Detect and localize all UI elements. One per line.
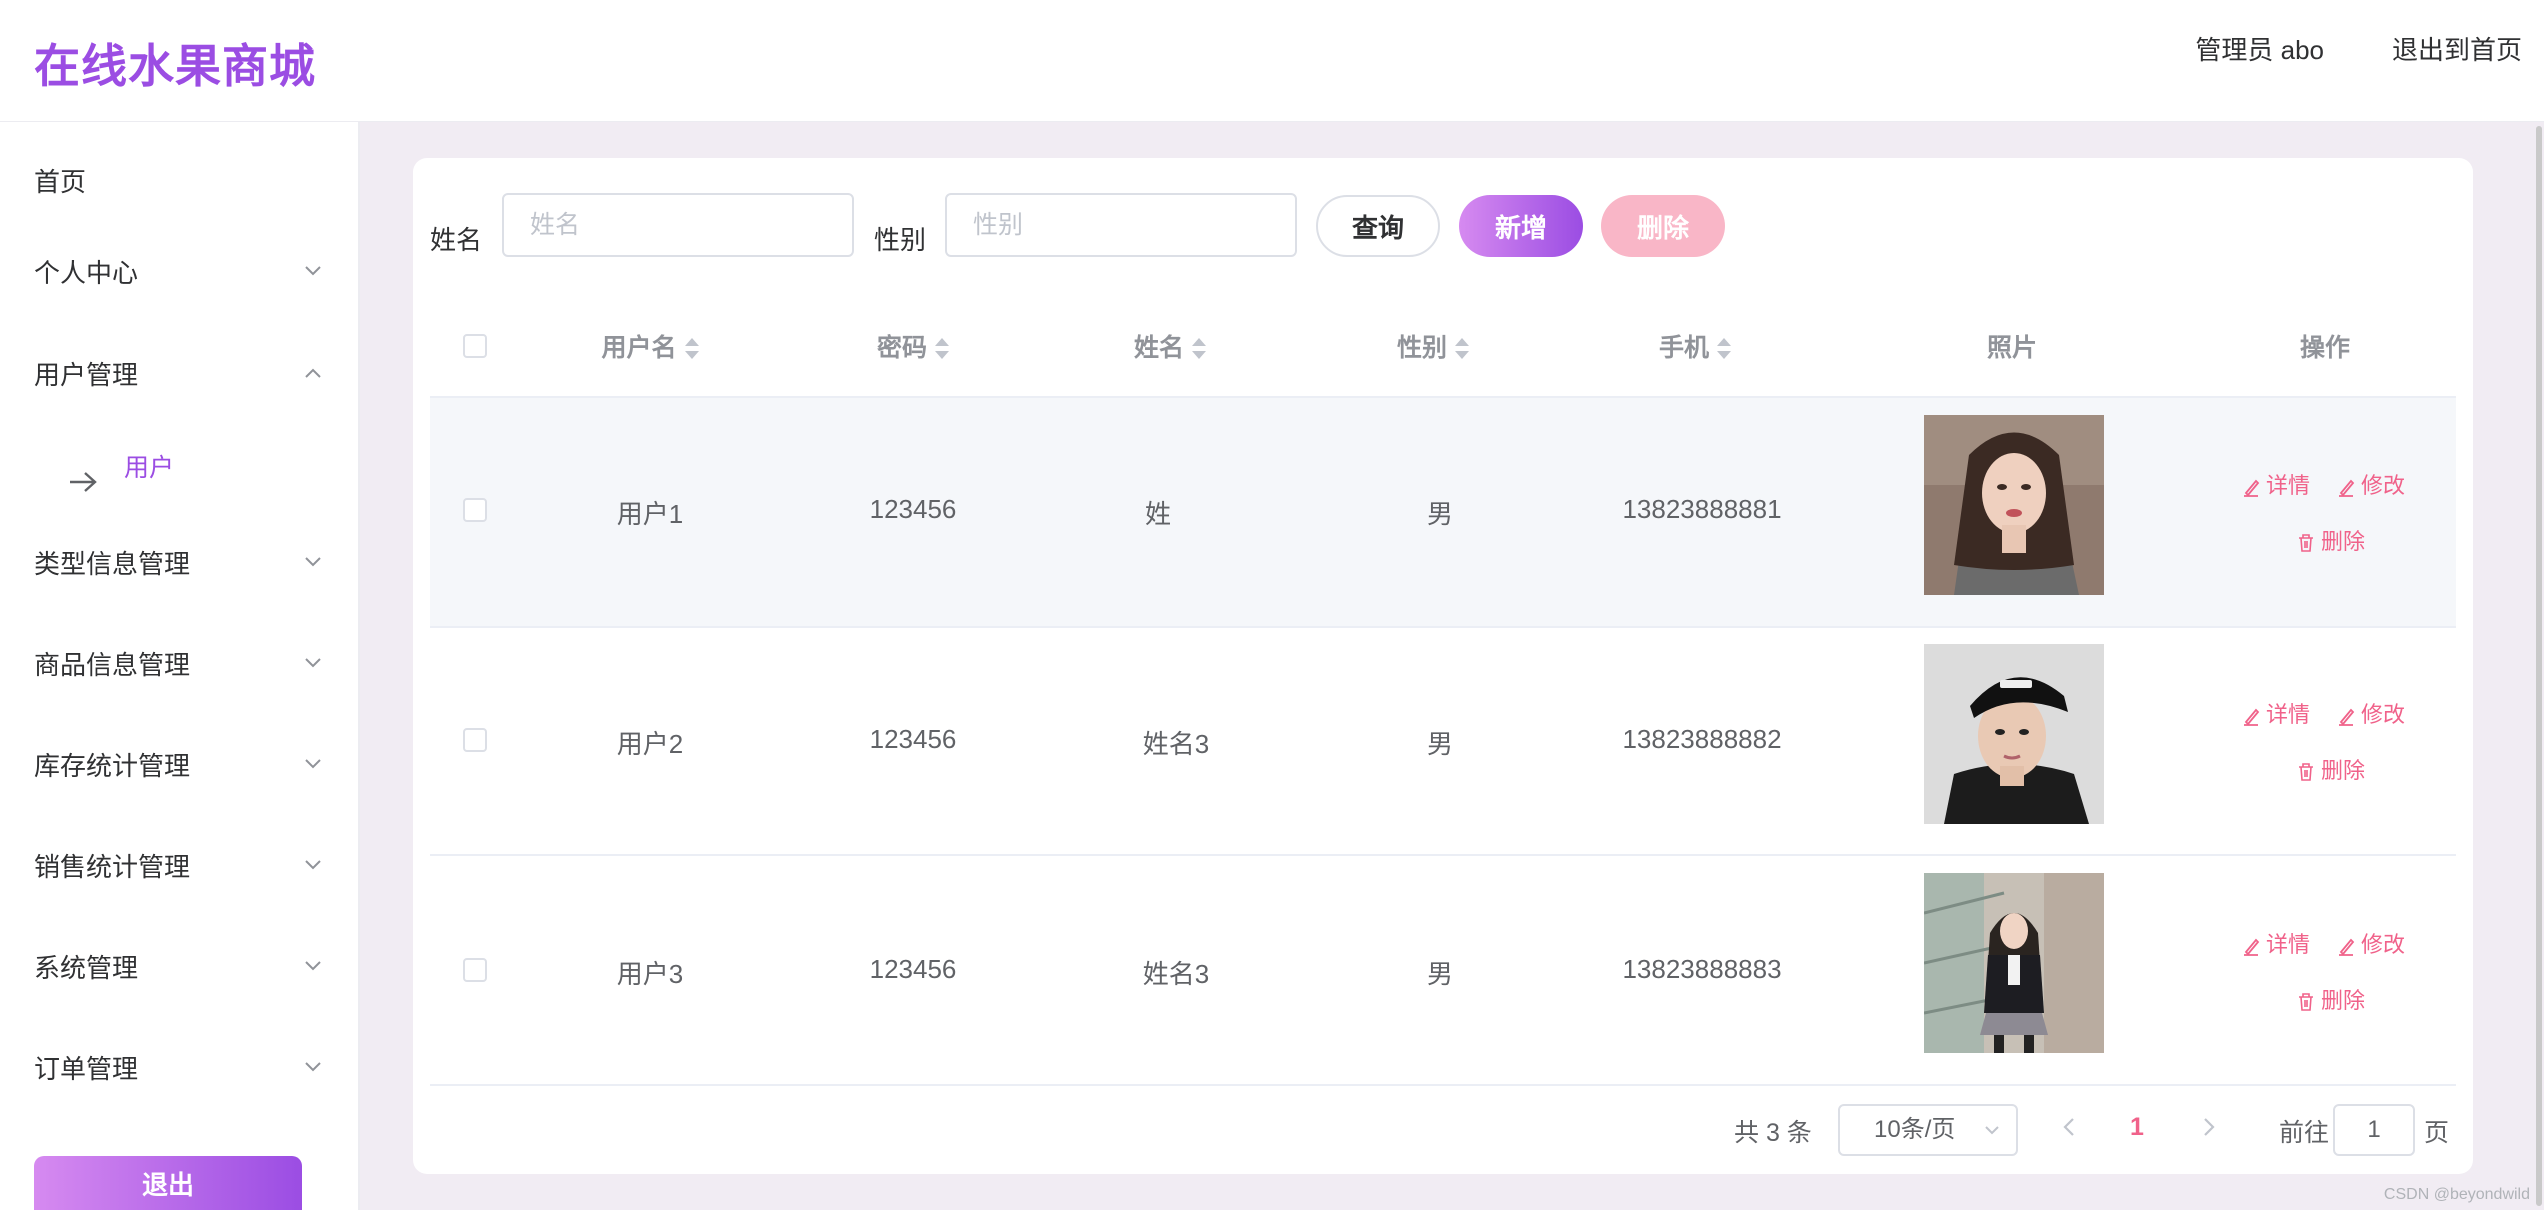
chevron-down-icon bbox=[302, 1039, 324, 1099]
cell-username: 用户1 bbox=[616, 499, 684, 529]
column-header-phone[interactable]: 手机 bbox=[1605, 328, 1785, 364]
chevron-up-icon bbox=[302, 345, 324, 405]
sort-icon[interactable] bbox=[684, 336, 699, 362]
chevron-down-icon bbox=[302, 635, 324, 695]
sort-icon[interactable] bbox=[1192, 336, 1206, 362]
delete-action[interactable]: 删除 bbox=[2297, 524, 2365, 556]
sidebar: 首页 个人中心 用户管理 用户 类型信息管理 商品信息管理 库存统计管理 销售统… bbox=[0, 122, 360, 1210]
sidebar-item-label: 用户管理 bbox=[34, 360, 139, 390]
column-header-actions: 操作 bbox=[2299, 334, 2350, 362]
sidebar-item-label: 系统管理 bbox=[34, 953, 139, 983]
cell-password: 123456 bbox=[869, 724, 957, 754]
sidebar-item-label: 商品信息管理 bbox=[34, 650, 191, 680]
sort-icon[interactable] bbox=[935, 336, 949, 362]
next-page-button[interactable] bbox=[2202, 1116, 2216, 1143]
sidebar-item-label: 销售统计管理 bbox=[34, 852, 191, 882]
page-size-select[interactable]: 10条/页 bbox=[1838, 1104, 2018, 1156]
cell-phone: 13823888882 bbox=[1622, 724, 1782, 754]
sidebar-item-type-info[interactable]: 类型信息管理 bbox=[34, 534, 324, 594]
sidebar-item-label: 首页 bbox=[34, 167, 87, 197]
sort-icon[interactable] bbox=[1455, 336, 1469, 362]
top-header: 在线水果商城 管理员 abo 退出到首页 bbox=[0, 0, 2544, 123]
cell-username: 用户3 bbox=[616, 959, 684, 989]
sidebar-item-stock-stats[interactable]: 库存统计管理 bbox=[34, 736, 324, 796]
logout-button[interactable]: 退出 bbox=[34, 1156, 302, 1210]
column-header-photo: 照片 bbox=[1986, 334, 2037, 362]
sidebar-subitem-label: 用户 bbox=[124, 454, 175, 482]
page-scrollbar[interactable] bbox=[2534, 122, 2544, 1210]
arrow-right-icon bbox=[68, 456, 98, 516]
sidebar-item-label: 订单管理 bbox=[34, 1054, 139, 1084]
column-header-password[interactable]: 密码 bbox=[823, 328, 1003, 364]
user-photo-man bbox=[1924, 644, 2104, 824]
edit-action[interactable]: 修改 bbox=[2337, 927, 2405, 959]
cell-gender: 男 bbox=[1426, 959, 1453, 989]
name-search-input[interactable] bbox=[502, 193, 854, 257]
column-header-gender[interactable]: 性别 bbox=[1343, 328, 1523, 364]
sidebar-item-home[interactable]: 首页 bbox=[34, 152, 324, 212]
chevron-down-icon bbox=[1985, 1126, 1999, 1135]
sidebar-item-label: 个人中心 bbox=[34, 258, 139, 288]
scrollbar-thumb[interactable] bbox=[2536, 126, 2542, 1206]
cell-gender: 男 bbox=[1426, 729, 1453, 759]
row-checkbox[interactable] bbox=[463, 958, 487, 982]
edit-action[interactable]: 修改 bbox=[2337, 468, 2405, 500]
row-checkbox[interactable] bbox=[463, 498, 487, 522]
sidebar-item-system[interactable]: 系统管理 bbox=[34, 938, 324, 998]
sort-icon[interactable] bbox=[1717, 336, 1731, 362]
user-photo-woman bbox=[1924, 415, 2104, 595]
detail-action[interactable]: 详情 bbox=[2242, 697, 2310, 729]
add-button[interactable]: 新增 bbox=[1459, 195, 1583, 257]
cell-phone: 13823888883 bbox=[1622, 954, 1782, 984]
page-number-current[interactable]: 1 bbox=[2130, 1113, 2144, 1142]
chevron-down-icon bbox=[302, 938, 324, 998]
goto-page-input[interactable] bbox=[2333, 1104, 2415, 1156]
sidebar-item-orders[interactable]: 订单管理 bbox=[34, 1039, 324, 1099]
cell-gender: 男 bbox=[1426, 499, 1453, 529]
detail-action[interactable]: 详情 bbox=[2242, 927, 2310, 959]
chevron-down-icon bbox=[302, 534, 324, 594]
sidebar-subitem-user[interactable]: 用户 bbox=[68, 438, 328, 498]
cell-username: 用户2 bbox=[616, 729, 684, 759]
detail-action[interactable]: 详情 bbox=[2242, 468, 2310, 500]
batch-delete-button[interactable]: 删除 bbox=[1601, 195, 1725, 257]
chevron-down-icon bbox=[302, 736, 324, 796]
user-photo-girl bbox=[1924, 873, 2104, 1053]
page-size-value: 10条/页 bbox=[1874, 1116, 1956, 1143]
cell-name: 姓名3 bbox=[1142, 959, 1210, 989]
sidebar-item-label: 类型信息管理 bbox=[34, 549, 191, 579]
sidebar-item-product-info[interactable]: 商品信息管理 bbox=[34, 635, 324, 695]
delete-action[interactable]: 删除 bbox=[2297, 983, 2365, 1015]
app-title: 在线水果商城 bbox=[34, 40, 316, 92]
sidebar-item-sales-stats[interactable]: 销售统计管理 bbox=[34, 837, 324, 897]
column-header-name[interactable]: 姓名 bbox=[1080, 328, 1260, 364]
admin-label: 管理员 abo bbox=[2195, 35, 2324, 65]
edit-action[interactable]: 修改 bbox=[2337, 697, 2405, 729]
watermark: CSDN @beyondwild bbox=[2383, 1186, 2530, 1203]
gender-search-input[interactable] bbox=[945, 193, 1297, 257]
chevron-down-icon bbox=[302, 837, 324, 897]
chevron-down-icon bbox=[302, 243, 324, 303]
name-search-label: 姓名 bbox=[430, 225, 483, 255]
goto-label: 前往 bbox=[2279, 1119, 2330, 1147]
sidebar-item-user-management[interactable]: 用户管理 bbox=[34, 345, 324, 405]
row-checkbox[interactable] bbox=[463, 728, 487, 752]
cell-name: 姓名3 bbox=[1142, 729, 1210, 759]
column-header-username[interactable]: 用户名 bbox=[560, 328, 740, 364]
pagination-total: 共 3 条 bbox=[1734, 1119, 1812, 1147]
page-suffix-label: 页 bbox=[2424, 1119, 2450, 1147]
delete-action[interactable]: 删除 bbox=[2297, 753, 2365, 785]
cell-password: 123456 bbox=[869, 494, 957, 524]
query-button[interactable]: 查询 bbox=[1316, 195, 1440, 257]
sidebar-item-label: 库存统计管理 bbox=[34, 751, 191, 781]
exit-to-home-link[interactable]: 退出到首页 bbox=[2392, 30, 2522, 67]
cell-password: 123456 bbox=[869, 954, 957, 984]
gender-search-label: 性别 bbox=[874, 225, 927, 255]
sidebar-item-personal-center[interactable]: 个人中心 bbox=[34, 243, 324, 303]
prev-page-button[interactable] bbox=[2062, 1116, 2076, 1143]
select-all-checkbox[interactable] bbox=[463, 334, 487, 358]
cell-phone: 13823888881 bbox=[1622, 494, 1782, 524]
cell-name: 姓 bbox=[1144, 499, 1171, 529]
